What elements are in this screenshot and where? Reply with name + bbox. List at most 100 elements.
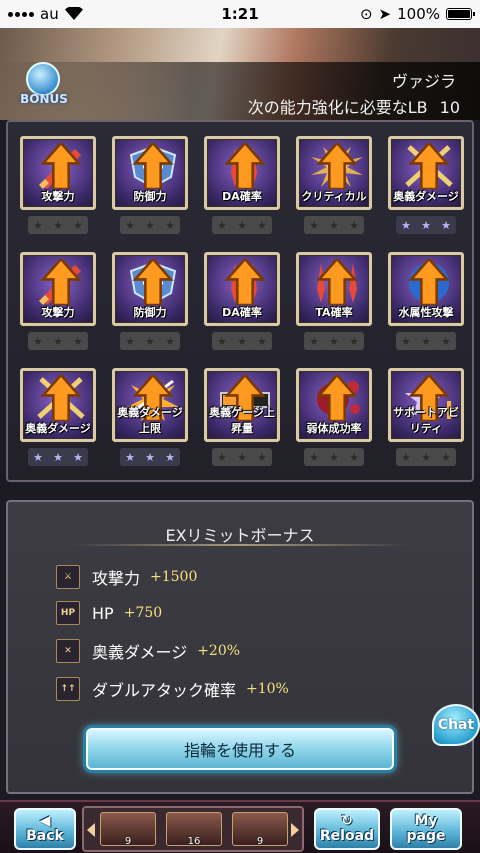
ougi-icon: ✕ <box>56 639 80 663</box>
character-name: ヴァジラ <box>391 72 456 91</box>
star-icon: ★ <box>257 218 267 232</box>
skill-icon-frame[interactable]: 弱体成功率 <box>296 368 372 442</box>
skill-icon-frame[interactable]: 攻撃力 <box>20 136 96 210</box>
limit-bonus-skill[interactable]: サポートアビリティ ★ ★ ★ <box>388 368 464 466</box>
skill-icon-frame[interactable]: サポートアビリティ <box>388 368 464 442</box>
party-thumbnails: 9 16 9 <box>82 806 304 852</box>
back-arrow-icon: ◀ <box>39 813 51 829</box>
skill-icon-frame[interactable]: DA確率 <box>204 136 280 210</box>
star-icon: ★ <box>441 450 451 464</box>
skill-stars: ★ ★ ★ <box>120 216 180 234</box>
upgrade-arrow-icon <box>224 143 266 189</box>
bonus-orb-icon <box>26 62 60 96</box>
star-icon: ★ <box>349 334 359 348</box>
star-icon: ★ <box>349 218 359 232</box>
skill-icon-frame[interactable]: 防御力 <box>112 252 188 326</box>
limit-bonus-skill[interactable]: クリティカル ★ ★ ★ <box>296 136 372 234</box>
skill-label: DA確率 <box>222 306 262 319</box>
limit-bonus-skill[interactable]: 攻撃力 ★ ★ ★ <box>20 252 96 350</box>
battery-percent: 100% <box>397 5 440 23</box>
skill-icon-frame[interactable]: 奥義ダメージ <box>388 136 464 210</box>
lb-requirement: 次の能力強化に必要なLB 10 <box>248 94 460 118</box>
upgrade-arrow-icon <box>316 259 358 305</box>
ex-title-divider <box>68 544 412 546</box>
skill-label: 弱体成功率 <box>306 422 362 435</box>
star-icon: ★ <box>53 218 63 232</box>
attack-icon: ⚔ <box>56 565 80 589</box>
limit-bonus-skill[interactable]: 攻撃力 ★ ★ ★ <box>20 136 96 234</box>
star-icon: ★ <box>73 334 83 348</box>
mypage-button[interactable]: My page <box>390 808 462 850</box>
star-icon: ★ <box>125 450 135 464</box>
upgrade-arrow-icon <box>316 375 358 421</box>
skill-label: サポートアビリティ <box>393 406 459 435</box>
upgrade-arrow-icon <box>40 143 82 189</box>
lb-requirement-label: 次の能力強化に必要なLB <box>247 98 428 117</box>
ex-row-name: ダブルアタック確率 <box>92 681 237 700</box>
skill-icon-frame[interactable]: 防御力 <box>112 136 188 210</box>
ex-row-value: +20% <box>197 643 241 659</box>
skill-icon-frame[interactable]: DA確率 <box>204 252 280 326</box>
thumb-right-arrow-icon[interactable] <box>290 822 300 838</box>
star-icon: ★ <box>33 450 43 464</box>
star-icon: ★ <box>257 450 267 464</box>
star-icon: ★ <box>309 334 319 348</box>
limit-bonus-skill[interactable]: TA確率 ★ ★ ★ <box>296 252 372 350</box>
skill-stars: ★ ★ ★ <box>120 332 180 350</box>
double-attack-icon: ↑↑ <box>56 677 80 701</box>
rotation-lock-icon: ⊙ <box>359 5 373 23</box>
star-icon: ★ <box>73 450 83 464</box>
skill-label: 奥義ダメージ <box>393 190 459 203</box>
reload-button[interactable]: ↻ Reload <box>314 808 380 850</box>
skill-stars: ★ ★ ★ <box>212 332 272 350</box>
limit-bonus-skill[interactable]: 奥義ダメージ ★ ★ ★ <box>388 136 464 234</box>
limit-bonus-skill[interactable]: 奥義ダメージ上限 ★ ★ ★ <box>112 368 188 466</box>
star-icon: ★ <box>145 450 155 464</box>
skill-icon-frame[interactable]: TA確率 <box>296 252 372 326</box>
star-icon: ★ <box>401 218 411 232</box>
star-icon: ★ <box>165 218 175 232</box>
party-thumb[interactable]: 9 <box>232 812 288 847</box>
limit-bonus-skill[interactable]: 弱体成功率 ★ ★ ★ <box>296 368 372 466</box>
skill-icon-frame[interactable]: 水属性攻撃 <box>388 252 464 326</box>
skill-label: DA確率 <box>222 190 262 203</box>
star-icon: ★ <box>237 218 247 232</box>
skill-stars: ★ ★ ★ <box>120 448 180 466</box>
skill-stars: ★ ★ ★ <box>396 332 456 350</box>
chat-button[interactable]: Chat <box>432 704 480 746</box>
limit-bonus-skill[interactable]: 水属性攻撃 ★ ★ ★ <box>388 252 464 350</box>
star-icon: ★ <box>33 218 43 232</box>
character-banner: BONUS ヴァジラ 次の能力強化に必要なLB 10 <box>0 28 480 120</box>
skill-icon-frame[interactable]: 攻撃力 <box>20 252 96 326</box>
star-icon: ★ <box>125 334 135 348</box>
skill-stars: ★ ★ ★ <box>28 216 88 234</box>
use-ring-button[interactable]: 指輪を使用する <box>86 728 394 770</box>
ex-row-name: 攻撃力 <box>92 569 141 588</box>
limit-bonus-skill[interactable]: DA確率 ★ ★ ★ <box>204 136 280 234</box>
mypage-label-2: page <box>406 828 446 844</box>
skill-icon-frame[interactable]: クリティカル <box>296 136 372 210</box>
party-thumb[interactable]: 9 <box>100 812 156 847</box>
ex-row-hp: HP HP +750 <box>56 600 162 626</box>
star-icon: ★ <box>421 450 431 464</box>
limit-bonus-skill[interactable]: 防御力 ★ ★ ★ <box>112 136 188 234</box>
limit-bonus-skill[interactable]: 奥義ゲージ上昇量 ★ ★ ★ <box>204 368 280 466</box>
skill-label: 奥義ゲージ上昇量 <box>209 406 275 435</box>
skill-icon-frame[interactable]: 奥義ゲージ上昇量 <box>204 368 280 442</box>
ex-row-value: +1500 <box>150 569 198 585</box>
skill-icon-frame[interactable]: 奥義ダメージ上限 <box>112 368 188 442</box>
limit-bonus-skill[interactable]: DA確率 ★ ★ ★ <box>204 252 280 350</box>
star-icon: ★ <box>33 334 43 348</box>
skill-icon-frame[interactable]: 奥義ダメージ <box>20 368 96 442</box>
limit-bonus-skill[interactable]: 奥義ダメージ ★ ★ ★ <box>20 368 96 466</box>
back-button[interactable]: ◀ Back <box>14 808 76 850</box>
thumb-left-arrow-icon[interactable] <box>86 822 96 838</box>
star-icon: ★ <box>401 334 411 348</box>
upgrade-arrow-icon <box>224 259 266 305</box>
skill-stars: ★ ★ ★ <box>304 448 364 466</box>
limit-bonus-skill[interactable]: 防御力 ★ ★ ★ <box>112 252 188 350</box>
star-icon: ★ <box>421 334 431 348</box>
party-thumb[interactable]: 16 <box>166 812 222 847</box>
star-icon: ★ <box>53 450 63 464</box>
upgrade-arrow-icon <box>132 143 174 189</box>
